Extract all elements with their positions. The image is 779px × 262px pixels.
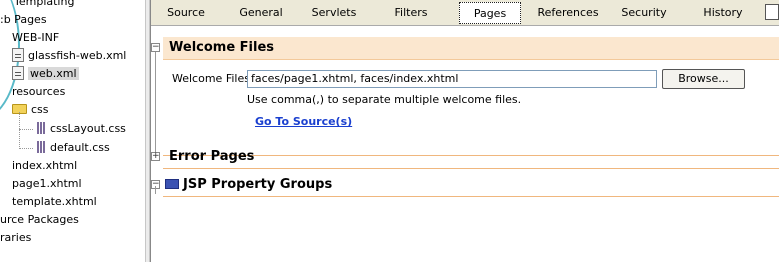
collapse-toggle-icon[interactable]: −	[151, 43, 160, 52]
section-divider	[163, 196, 779, 197]
tree-item-page1-xhtml[interactable]: page1.xhtml	[12, 175, 82, 192]
css-file-icon	[36, 141, 46, 153]
tree-item-label: Templating	[14, 0, 75, 8]
jsp-property-groups-section: − JSP Property Groups	[151, 174, 779, 198]
welcome-files-section: − Welcome Files Welcome Files: faces/pag…	[151, 37, 779, 157]
tab-overflow-icon[interactable]	[765, 4, 779, 20]
xml-file-icon	[12, 66, 24, 80]
tree-item-label: web.xml	[28, 67, 79, 80]
tree-item-label: urce Packages	[0, 213, 79, 226]
tree-item-label: resources	[12, 85, 66, 98]
tab-servlets[interactable]: Servlets	[303, 2, 365, 24]
browse-button[interactable]: Browse...	[662, 69, 745, 89]
tab-filters[interactable]: Filters	[383, 2, 439, 24]
section-title: Error Pages	[169, 149, 255, 164]
tree-item-default-css[interactable]: default.css	[36, 139, 110, 156]
welcome-files-input[interactable]: faces/page1.xhtml, faces/index.xhtml	[247, 70, 657, 88]
section-title: JSP Property Groups	[183, 177, 333, 192]
tree-item-css[interactable]: css	[12, 101, 49, 118]
tree-connector	[19, 112, 20, 149]
section-bracket	[155, 186, 156, 194]
tab-security[interactable]: Security	[616, 2, 672, 24]
tree-item-label: template.xhtml	[12, 195, 97, 208]
tree-item-index-xhtml[interactable]: index.xhtml	[12, 157, 77, 174]
editor-tab-strip: Source General Servlets Filters Pages Re…	[151, 0, 779, 26]
tree-item-glassfish-web-xml[interactable]: glassfish-web.xml	[12, 47, 126, 64]
tree-item-label: :b Pages	[0, 13, 47, 26]
tab-history[interactable]: History	[691, 2, 755, 24]
tree-item-label: glassfish-web.xml	[28, 49, 127, 62]
tree-item-label: default.css	[50, 141, 110, 154]
tree-item-web-xml[interactable]: web.xml	[12, 65, 79, 82]
tree-connector	[19, 129, 33, 130]
tree-item-template-xhtml[interactable]: template.xhtml	[12, 193, 97, 210]
tree-item-web-pages[interactable]: :b Pages	[0, 11, 47, 28]
tree-connector	[19, 148, 33, 149]
go-to-source-link[interactable]: Go To Source(s)	[255, 115, 352, 128]
tab-general[interactable]: General	[229, 2, 293, 24]
tab-pages[interactable]: Pages	[459, 2, 521, 24]
tree-item-label: WEB-INF	[12, 31, 60, 44]
tree-item-label: raries	[0, 231, 32, 244]
tree-item-label: cssLayout.css	[50, 122, 126, 135]
welcome-files-label: Welcome Files:	[172, 72, 254, 85]
section-bracket	[155, 49, 156, 154]
tree-item-source-packages[interactable]: urce Packages	[0, 211, 79, 228]
xml-file-icon	[12, 48, 24, 62]
help-text: Use comma(,) to separate multiple welcom…	[247, 93, 522, 106]
section-divider	[163, 168, 779, 169]
error-pages-section: + Error Pages	[151, 146, 779, 170]
project-tree[interactable]: Templating :b Pages WEB-INF glassfish-we…	[0, 0, 145, 262]
tree-item-web-inf[interactable]: WEB-INF	[12, 29, 59, 46]
section-title-row: JSP Property Groups	[165, 174, 332, 196]
tab-source[interactable]: Source	[153, 2, 219, 24]
tree-item-templating[interactable]: Templating	[14, 0, 74, 10]
folder-icon	[165, 179, 179, 189]
tree-item-libraries[interactable]: raries	[0, 229, 31, 246]
css-file-icon	[36, 122, 46, 134]
tree-item-label: css	[31, 103, 49, 116]
section-title: Welcome Files	[169, 40, 275, 55]
tree-item-label: page1.xhtml	[12, 177, 82, 190]
tree-item-resources[interactable]: resources	[12, 83, 65, 100]
web-xml-editor: Source General Servlets Filters Pages Re…	[150, 0, 779, 262]
tree-item-label: index.xhtml	[12, 159, 78, 172]
tree-item-csslayout-css[interactable]: cssLayout.css	[36, 120, 126, 137]
tab-references[interactable]: References	[531, 2, 605, 24]
expand-toggle-icon[interactable]: +	[151, 152, 160, 161]
